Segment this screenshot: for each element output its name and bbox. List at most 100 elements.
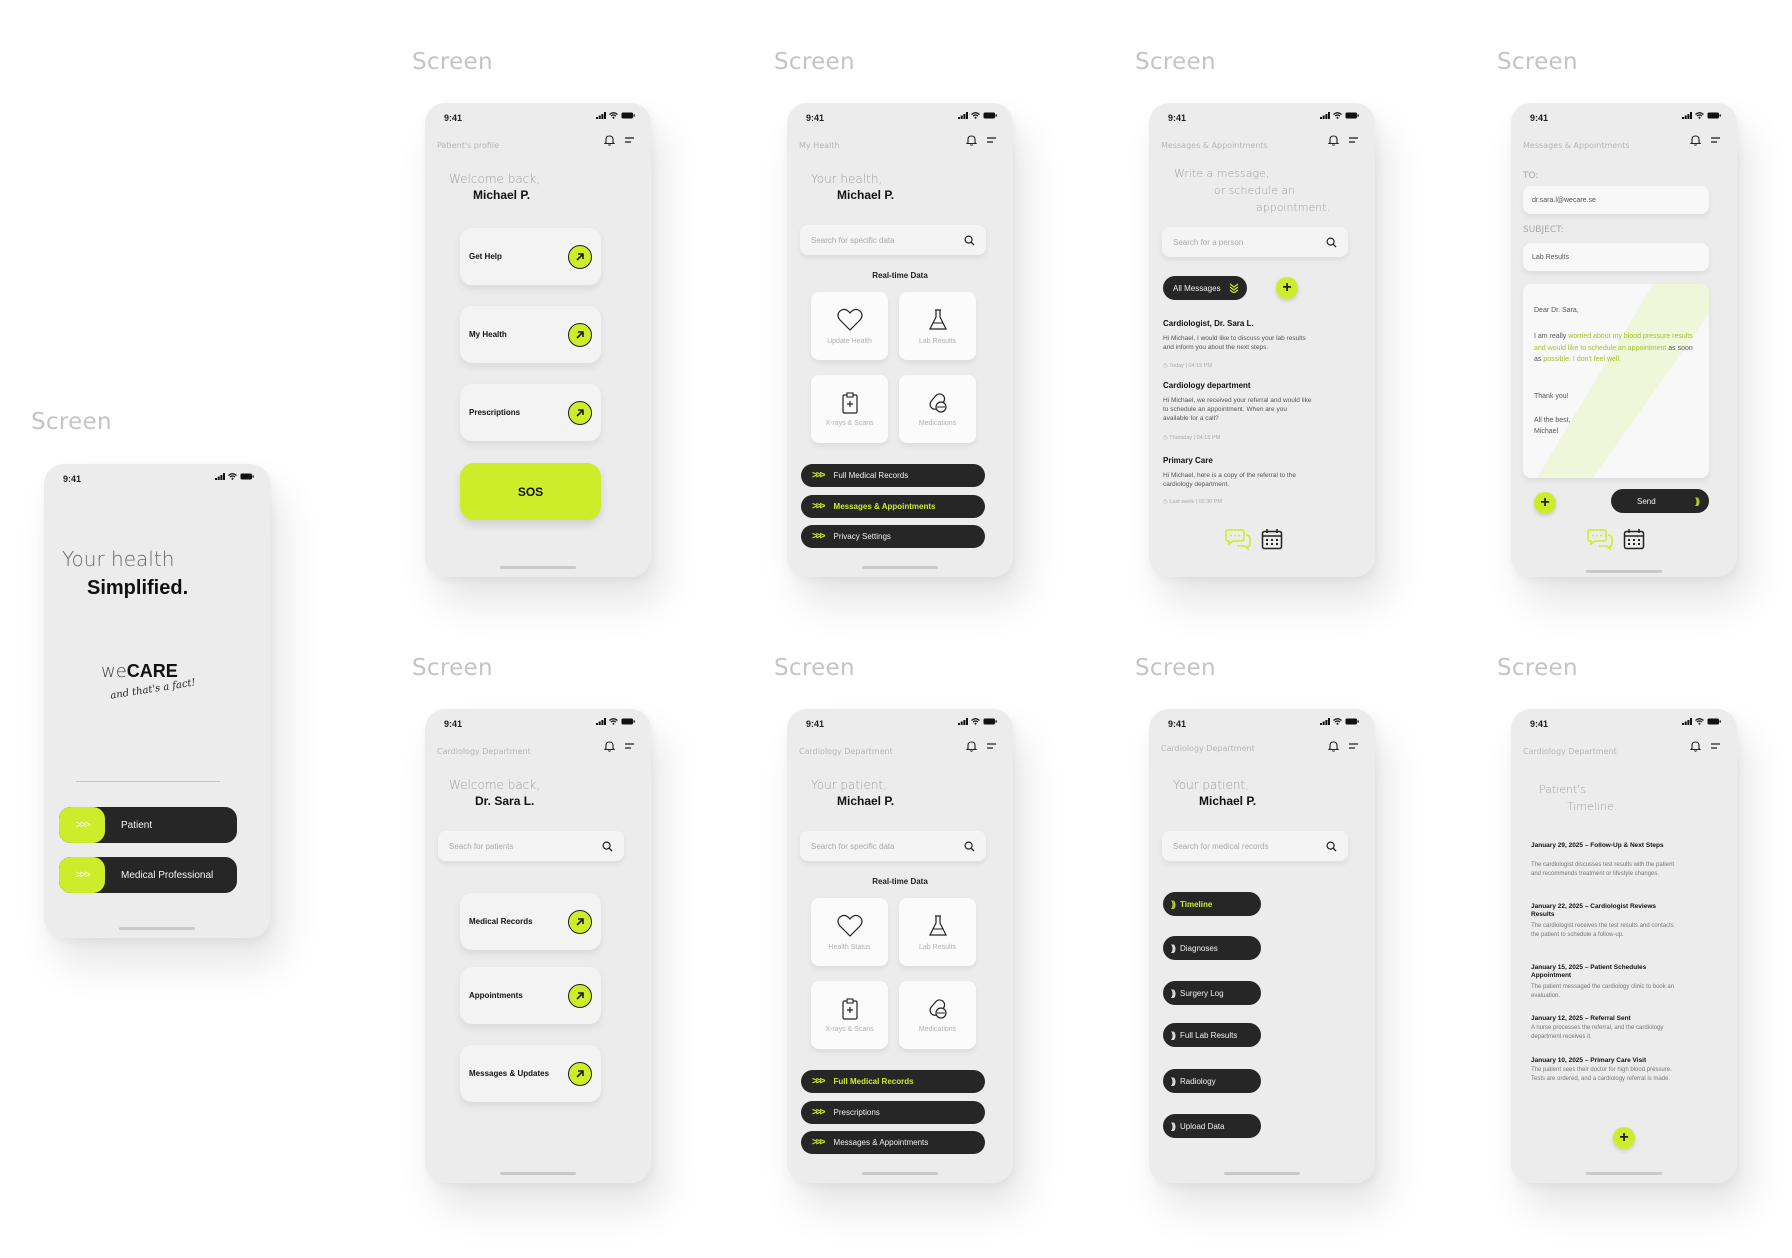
greeting: Welcome back, [449, 172, 541, 186]
messages-appointments-button[interactable]: >>> Messages & Appointments [801, 1131, 985, 1154]
wifi-icon [1333, 718, 1342, 725]
message-title[interactable]: Primary Care [1163, 456, 1213, 465]
message-body-field[interactable]: Dear Dr. Sara, I am really worried about… [1523, 284, 1709, 478]
medications-tile[interactable]: Medications [899, 981, 976, 1049]
timeline-event-body: The cardiologist discusses test results … [1531, 862, 1675, 877]
menu-icon[interactable] [1348, 742, 1359, 750]
privacy-settings-button[interactable]: >>> Privacy Settings [801, 525, 985, 548]
context-title: Messages & Appointments [1161, 141, 1268, 150]
context-title: Cardiology Department [1523, 747, 1617, 756]
wifi-icon [228, 473, 237, 480]
add-event-button[interactable]: + [1613, 1127, 1635, 1149]
chevron-right-icon: ))) [1171, 1076, 1176, 1086]
chevron-right-icon: ))) [1171, 943, 1176, 953]
chevron-right-icon: ))) [1171, 988, 1176, 998]
menu-icon[interactable] [1710, 742, 1721, 750]
context-title: Cardiology Department [437, 747, 531, 756]
menu-icon[interactable] [624, 136, 635, 144]
chat-icon[interactable] [1225, 527, 1251, 551]
medical-professional-button[interactable]: >>> Medical Professional [59, 857, 237, 893]
bell-icon[interactable] [604, 740, 615, 752]
signal-icon [958, 718, 968, 725]
bell-icon[interactable] [604, 134, 615, 146]
lab-results-tile[interactable]: Lab Results [899, 292, 976, 360]
battery-icon [983, 718, 997, 725]
status-icons [596, 112, 635, 119]
patient-button[interactable]: >>> Patient [59, 807, 237, 843]
get-help-label: Get Help [469, 252, 502, 261]
status-time: 9:41 [1530, 113, 1549, 123]
message-body: Hi Michael, I would like to discuss your… [1163, 335, 1306, 351]
pill-label: Surgery Log [1180, 988, 1224, 998]
heart-icon [836, 308, 863, 331]
calendar-icon[interactable] [1261, 528, 1283, 550]
new-message-button[interactable]: + [1276, 277, 1298, 299]
message-time: ◷ Thursday | 04:15 PM [1163, 435, 1221, 441]
battery-icon [1345, 718, 1359, 725]
medications-tile[interactable]: Medications [899, 375, 976, 443]
menu-icon[interactable] [986, 136, 997, 144]
timeline-button[interactable]: ))) Timeline [1163, 892, 1261, 916]
menu-icon[interactable] [624, 742, 635, 750]
health-status-tile[interactable]: Health Status [811, 898, 888, 966]
prescriptions-button[interactable]: >>> Prescriptions [801, 1101, 985, 1124]
message-title[interactable]: Cardiologist, Dr. Sara L. [1163, 319, 1254, 328]
timeline-event-body: The cardiologist receives the test resul… [1531, 923, 1674, 938]
radiology-button[interactable]: ))) Radiology [1163, 1069, 1261, 1093]
full-medical-records-button[interactable]: >>> Full Medical Records [801, 464, 985, 487]
xrays-scans-tile[interactable]: X-rays & Scans [811, 981, 888, 1049]
context-title: Messages & Appointments [1523, 141, 1630, 150]
top-actions [604, 740, 635, 752]
chat-icon[interactable] [1587, 527, 1613, 551]
messages-updates-button[interactable]: Messages & Updates [460, 1045, 601, 1102]
get-help-button[interactable]: Get Help [460, 228, 601, 285]
prescriptions-button[interactable]: Prescriptions [460, 384, 601, 441]
signal-icon [1682, 112, 1692, 119]
pill-label: Messages & Appointments [833, 1138, 929, 1147]
home-indicator [500, 566, 576, 569]
surgery-log-button[interactable]: ))) Surgery Log [1163, 981, 1261, 1005]
menu-icon[interactable] [986, 742, 997, 750]
person-search-input[interactable]: Search for a person [1162, 227, 1348, 257]
search-input[interactable]: Search for specific data [800, 225, 986, 255]
search-input[interactable]: Search for specific data [800, 831, 986, 861]
sos-button[interactable]: SOS [460, 463, 601, 520]
full-lab-results-button[interactable]: ))) Full Lab Results [1163, 1023, 1261, 1047]
xrays-scans-tile[interactable]: X-rays & Scans [811, 375, 888, 443]
wifi-icon [609, 112, 618, 119]
appointments-button[interactable]: Appointments [460, 967, 601, 1024]
bell-icon[interactable] [1328, 134, 1339, 146]
diagnoses-button[interactable]: ))) Diagnoses [1163, 936, 1261, 960]
screen-label: Screen [1135, 655, 1216, 681]
timeline-event-title: January 12, 2025 – Referral Sent [1531, 1015, 1631, 1022]
lab-results-tile[interactable]: Lab Results [899, 898, 976, 966]
my-health-button[interactable]: My Health [460, 306, 601, 363]
menu-icon[interactable] [1710, 136, 1721, 144]
subject-field[interactable]: Lab Results [1523, 243, 1709, 271]
screen-label: Screen [1497, 655, 1578, 681]
timeline-event-title: January 22, 2025 – Cardiologist Reviews … [1531, 903, 1657, 918]
calendar-icon[interactable] [1623, 528, 1645, 550]
upload-data-button[interactable]: ))) Upload Data [1163, 1114, 1261, 1138]
messages-appointments-button[interactable]: >>> Messages & Appointments [801, 495, 985, 518]
update-health-tile[interactable]: Update Health [811, 292, 888, 360]
send-button[interactable]: Send ))) [1611, 489, 1709, 513]
message-title[interactable]: Cardiology department [1163, 381, 1251, 390]
full-medical-records-button[interactable]: >>> Full Medical Records [801, 1070, 985, 1093]
medical-records-button[interactable]: Medical Records [460, 893, 601, 950]
all-messages-filter[interactable]: All Messages [1163, 276, 1247, 300]
attach-button[interactable]: + [1534, 492, 1556, 514]
bell-icon[interactable] [1690, 134, 1701, 146]
signal-icon [958, 112, 968, 119]
menu-icon[interactable] [1348, 136, 1359, 144]
bell-icon[interactable] [1328, 740, 1339, 752]
bell-icon[interactable] [966, 134, 977, 146]
bell-icon[interactable] [1690, 740, 1701, 752]
screen-label: Screen [412, 655, 493, 681]
tile-label: Lab Results [919, 337, 956, 345]
heart-icon [836, 914, 863, 937]
to-field[interactable]: dr.sara.l@wecare.se [1523, 186, 1709, 214]
bell-icon[interactable] [966, 740, 977, 752]
patient-search-input[interactable]: Seach for patients [438, 831, 624, 861]
records-search-input[interactable]: Search for medical records [1162, 831, 1348, 861]
